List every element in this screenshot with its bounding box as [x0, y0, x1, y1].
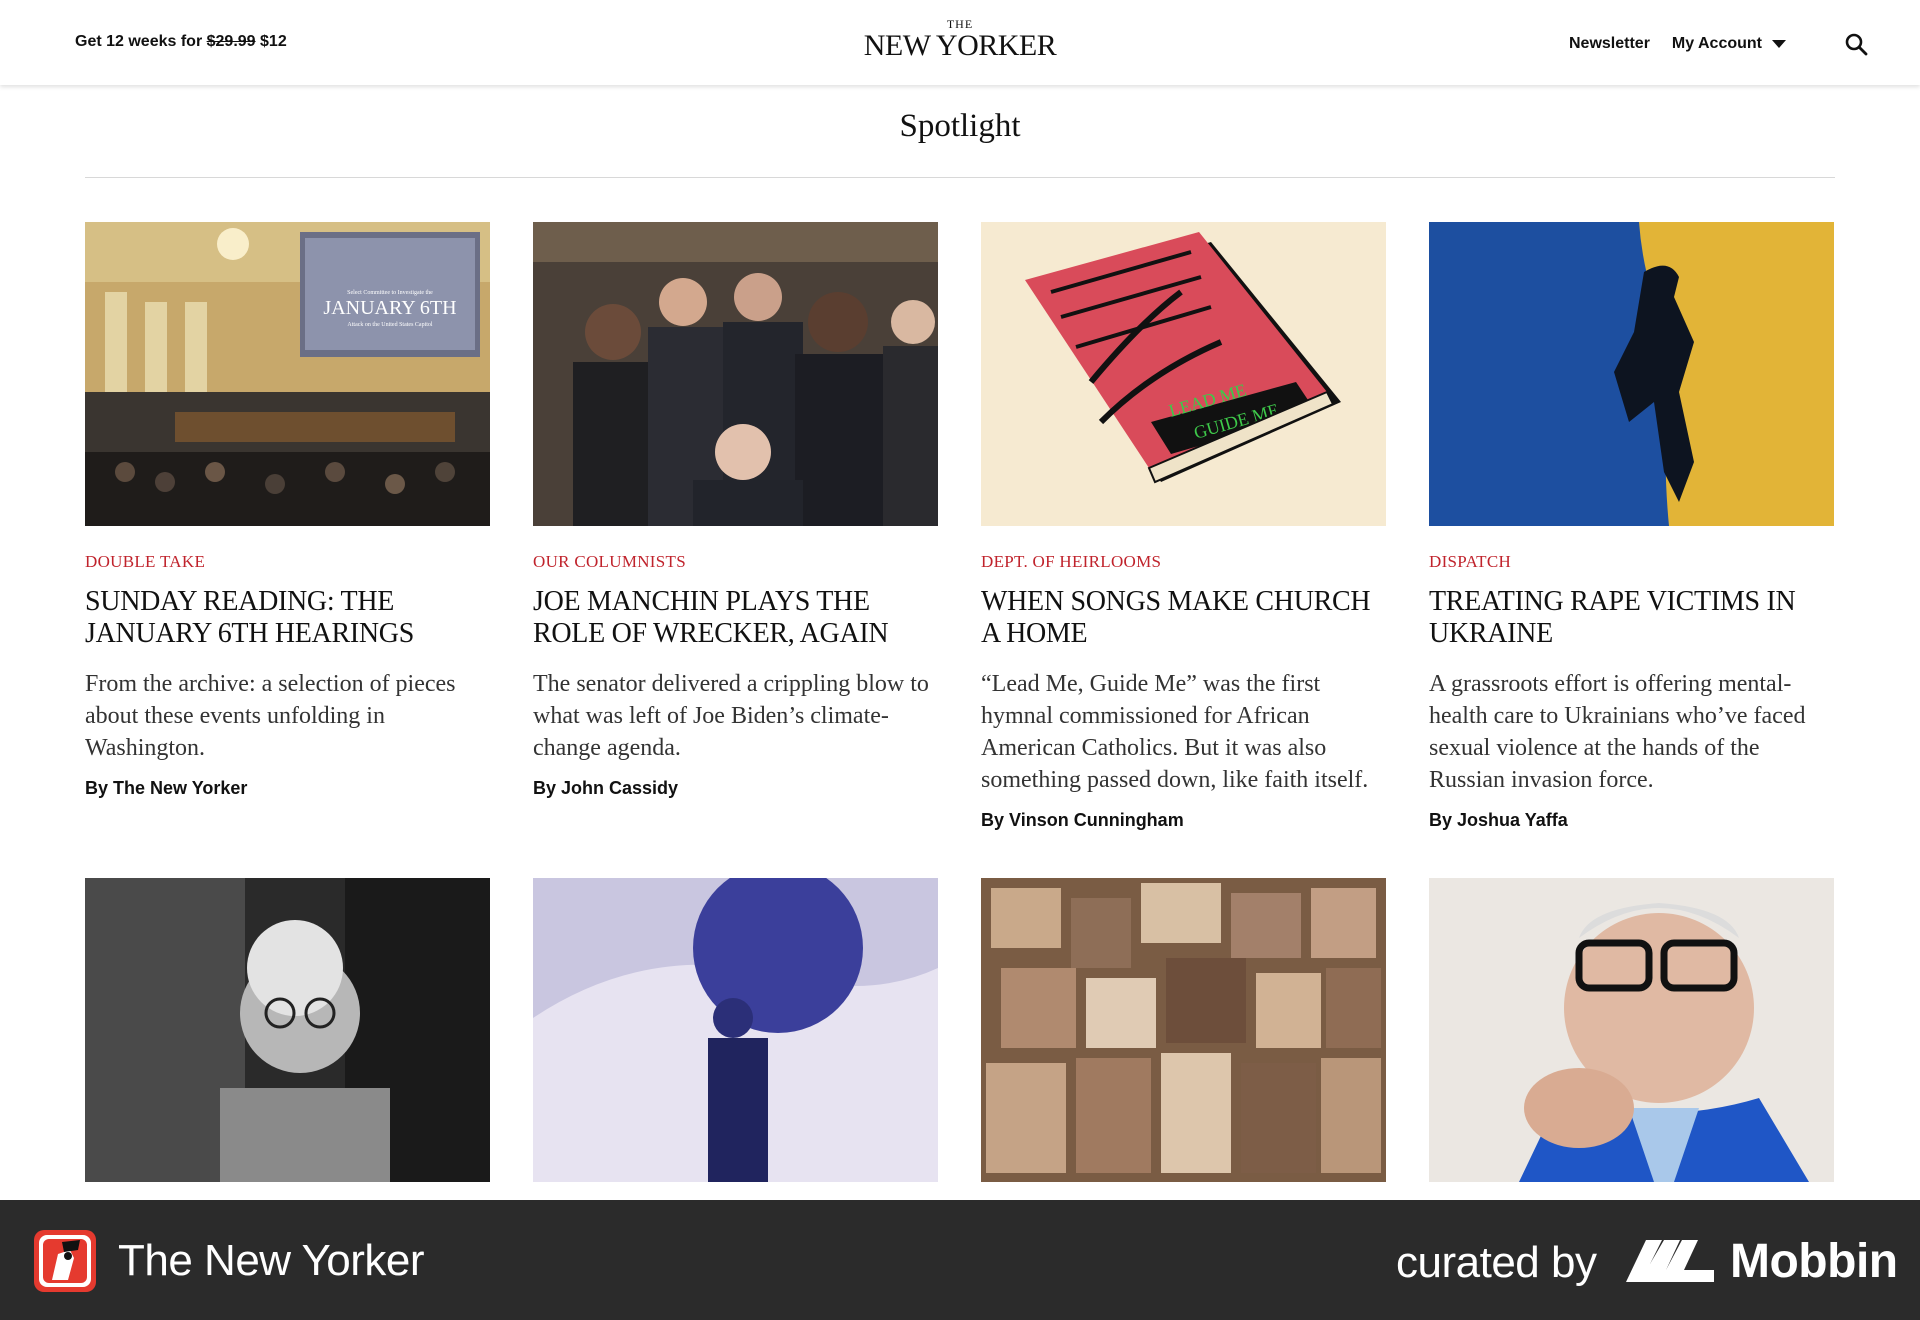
author-link[interactable]: The New Yorker [113, 778, 247, 798]
article-card: Select Committee to Investigate the JANU… [85, 222, 490, 799]
author-link[interactable]: Vinson Cunningham [1009, 810, 1184, 830]
article-image-portrait-blue-jacket[interactable] [1429, 878, 1834, 1182]
author-link[interactable]: Joshua Yaffa [1457, 810, 1568, 830]
new-yorker-logo[interactable]: THE NEW YORKER [860, 18, 1060, 62]
article-byline: By The New Yorker [85, 778, 490, 799]
author-link[interactable]: John Cassidy [561, 778, 678, 798]
section-divider [85, 177, 1835, 178]
article-dek: The senator delivered a crippling blow t… [533, 671, 929, 761]
article-image-hearing-room[interactable]: Select Committee to Investigate the JANU… [85, 222, 490, 526]
article-card [533, 878, 938, 1182]
article-byline: By Joshua Yaffa [1429, 810, 1834, 831]
article-card [981, 878, 1386, 1182]
article-byline: By Vinson Cunningham [981, 810, 1386, 831]
search-icon[interactable] [1844, 32, 1868, 56]
article-card: LEAD ME GUIDE ME Dept. of Heirlooms When… [981, 222, 1386, 831]
my-account-label: My Account [1671, 35, 1762, 52]
article-dek: From the archive: a selection of pieces … [85, 671, 456, 761]
article-card: Dispatch Treating Rape Victims in Ukrain… [1429, 222, 1834, 831]
byline-prefix: By [981, 810, 1005, 830]
article-image-photo-collage[interactable] [981, 878, 1386, 1182]
article-dek: A grassroots effort is offering mental-h… [1429, 671, 1806, 793]
article-headline[interactable]: Sunday Reading: The January 6th Hearings [85, 586, 490, 650]
article-image-senators[interactable] [533, 222, 938, 526]
portrait-bw-illustration [85, 878, 490, 1182]
article-image-hymnal[interactable]: LEAD ME GUIDE ME [981, 222, 1386, 526]
article-card [85, 878, 490, 1182]
article-dek: “Lead Me, Guide Me” was the first hymnal… [981, 671, 1369, 793]
newsletter-label: Newsletter [1569, 35, 1650, 52]
footer-brand-name: The New Yorker [118, 1236, 425, 1285]
byline-prefix: By [1429, 810, 1453, 830]
byline-prefix: By [85, 778, 109, 798]
article-image-japan-flag[interactable] [533, 878, 938, 1182]
photo-collage-illustration [981, 878, 1386, 1182]
mobbin-logo-icon [1626, 1240, 1714, 1282]
hearing-room-illustration: Select Committee to Investigate the JANU… [85, 222, 490, 526]
header-nav: Newsletter My Account [1569, 32, 1868, 56]
logo-wordmark: NEW YORKER [863, 29, 1057, 62]
article-rubric[interactable]: Dispatch [1429, 552, 1834, 572]
article-image-ukraine-flag[interactable] [1429, 222, 1834, 526]
my-account-menu[interactable]: My Account [1672, 35, 1786, 53]
article-headline[interactable]: When Songs Make Church a Home [981, 586, 1386, 650]
hymnal-book-illustration: LEAD ME GUIDE ME [981, 222, 1386, 526]
article-byline: By John Cassidy [533, 778, 938, 799]
article-card [1429, 878, 1834, 1182]
article-headline[interactable]: Joe Manchin Plays the Role of Wrecker, A… [533, 586, 938, 650]
new-yorker-app-icon [34, 1230, 96, 1292]
screen-text-line1: Select Committee to Investigate the [347, 290, 433, 296]
senators-illustration [533, 222, 938, 526]
screen-text-line2: JANUARY 6TH [323, 297, 456, 319]
article-image-portrait-glasses[interactable] [85, 878, 490, 1182]
japan-flag-illustration [533, 878, 938, 1182]
byline-prefix: By [533, 778, 557, 798]
promo-old-price: $29.99 [206, 33, 256, 50]
subscribe-promo-link[interactable]: Get 12 weeks for $29.99 $12 [75, 33, 287, 51]
newsletter-link[interactable]: Newsletter [1569, 35, 1650, 53]
ukraine-flag-illustration [1429, 222, 1834, 526]
screen-text-line3: Attack on the United States Capitol [347, 322, 432, 328]
mobbin-wordmark: Mobbin [1730, 1235, 1898, 1288]
article-rubric[interactable]: Our Columnists [533, 552, 938, 572]
section-title: Spotlight [899, 108, 1021, 144]
article-headline[interactable]: Treating Rape Victims in Ukraine [1429, 586, 1834, 650]
site-header: Get 12 weeks for $29.99 $12 THE NEW YORK… [0, 0, 1920, 85]
caret-down-icon [1772, 40, 1786, 48]
promo-new-price: $12 [260, 33, 287, 50]
article-rubric[interactable]: Dept. of Heirlooms [981, 552, 1386, 572]
promo-text: Get 12 weeks for [75, 33, 203, 50]
curation-footer: The New Yorker curated by Mobbin [0, 1200, 1920, 1320]
article-rubric[interactable]: Double Take [85, 552, 490, 572]
portrait-color-illustration [1429, 878, 1834, 1182]
curated-by-label: curated by [1396, 1238, 1597, 1287]
article-card: Our Columnists Joe Manchin Plays the Rol… [533, 222, 938, 799]
